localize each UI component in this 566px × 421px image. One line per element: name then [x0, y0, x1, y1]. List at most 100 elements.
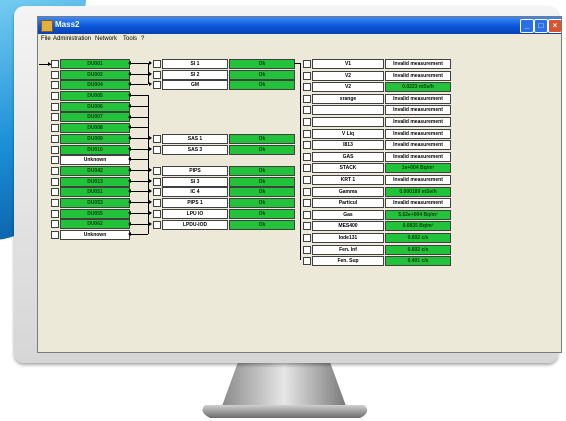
sensor-checkbox[interactable]	[153, 70, 161, 79]
device-label[interactable]: Unknown	[60, 230, 130, 240]
measurement-checkbox[interactable]	[303, 222, 311, 231]
device-label[interactable]: Unknown	[60, 155, 130, 166]
sensor-checkbox[interactable]	[153, 188, 161, 197]
measurement-checkbox[interactable]	[303, 175, 311, 184]
measurement-label[interactable]: MES400	[312, 221, 384, 232]
sensor-label[interactable]: SI 2	[162, 69, 228, 80]
menu-administration[interactable]: Administration	[53, 36, 91, 42]
measurement-label[interactable]	[312, 116, 384, 127]
sensor-checkbox[interactable]	[153, 60, 161, 68]
menu-network[interactable]: Network	[95, 36, 117, 42]
device-checkbox[interactable]	[51, 70, 59, 79]
measurement-label[interactable]: Gas	[312, 209, 384, 220]
measurement-label[interactable]	[312, 105, 384, 116]
device-checkbox[interactable]	[51, 92, 59, 101]
measurement-checkbox[interactable]	[303, 245, 311, 254]
menu-file[interactable]: File	[41, 36, 51, 42]
measurement-checkbox[interactable]	[303, 257, 311, 266]
sensor-label[interactable]: GM	[162, 80, 228, 91]
measurement-label[interactable]: KRT 1	[312, 174, 384, 185]
sensor-label[interactable]: LPDU-IOD	[162, 219, 228, 230]
sensor-label[interactable]: SAS 3	[162, 144, 228, 155]
sensor-label[interactable]: PIPS 1	[162, 198, 228, 209]
device-label[interactable]: DU007	[60, 112, 130, 123]
sensor-checkbox[interactable]	[153, 177, 161, 186]
measurement-checkbox[interactable]	[303, 83, 311, 92]
device-label[interactable]: DU053	[60, 197, 130, 208]
device-label[interactable]: DU001	[60, 59, 130, 69]
device-checkbox[interactable]	[51, 198, 59, 207]
sensor-checkbox[interactable]	[153, 199, 161, 208]
measurement-checkbox[interactable]	[303, 210, 311, 219]
device-checkbox[interactable]	[51, 209, 59, 218]
measurement-checkbox[interactable]	[303, 164, 311, 173]
device-label[interactable]: DU008	[60, 123, 130, 134]
device-checkbox[interactable]	[51, 145, 59, 154]
device-checkbox[interactable]	[51, 124, 59, 133]
device-checkbox[interactable]	[51, 166, 59, 175]
menu-help[interactable]: ?	[141, 36, 144, 42]
device-label[interactable]: DU051	[60, 187, 130, 198]
device-checkbox[interactable]	[51, 113, 59, 122]
sensor-label[interactable]: IC 4	[162, 187, 228, 198]
device-checkbox[interactable]	[51, 177, 59, 186]
sensor-checkbox[interactable]	[153, 209, 161, 218]
measurement-label[interactable]: Fen. Inf	[312, 244, 384, 255]
device-label[interactable]: DU002	[60, 69, 130, 80]
measurement-label[interactable]: Particul	[312, 198, 384, 209]
sensor-checkbox[interactable]	[153, 81, 161, 90]
device-checkbox[interactable]	[51, 81, 59, 90]
measurement-checkbox[interactable]	[303, 187, 311, 196]
device-checkbox[interactable]	[51, 156, 59, 165]
measurement-label[interactable]: V Liq	[312, 128, 384, 139]
device-checkbox[interactable]	[51, 60, 59, 68]
device-label[interactable]: DU062	[60, 219, 130, 230]
device-label[interactable]: DU009	[60, 133, 130, 144]
measurement-checkbox[interactable]	[303, 199, 311, 208]
sensor-label[interactable]: SI 1	[162, 59, 228, 69]
sensor-label[interactable]: SI 3	[162, 176, 228, 187]
sensor-label[interactable]: LPU IO	[162, 208, 228, 219]
sensor-checkbox[interactable]	[153, 134, 161, 143]
device-checkbox[interactable]	[51, 188, 59, 197]
device-checkbox[interactable]	[51, 134, 59, 143]
measurement-checkbox[interactable]	[303, 106, 311, 115]
device-checkbox[interactable]	[51, 220, 59, 229]
menu-tools[interactable]: Tools	[123, 36, 137, 42]
sensor-label[interactable]: SAS 1	[162, 133, 228, 144]
device-checkbox[interactable]	[51, 231, 59, 239]
device-label[interactable]: DU013	[60, 176, 130, 187]
device-checkbox[interactable]	[51, 102, 59, 111]
measurement-checkbox[interactable]	[303, 71, 311, 80]
device-label[interactable]: DU042	[60, 165, 130, 176]
measurement-label[interactable]: xrange	[312, 93, 384, 104]
device-label[interactable]: DU005	[60, 91, 130, 102]
measurement-checkbox[interactable]	[303, 117, 311, 126]
measurement-checkbox[interactable]	[303, 233, 311, 242]
device-label[interactable]: DU006	[60, 101, 130, 112]
measurement-checkbox[interactable]	[303, 60, 311, 68]
measurement-label[interactable]: I813	[312, 140, 384, 151]
measurement-checkbox[interactable]	[303, 152, 311, 161]
measurement-label[interactable]: GAS	[312, 151, 384, 162]
measurement-label[interactable]: V2	[312, 70, 384, 81]
measurement-label[interactable]: Iode131	[312, 232, 384, 243]
measurement-checkbox[interactable]	[303, 94, 311, 103]
sensor-label[interactable]: PIPS	[162, 166, 228, 176]
measurement-label[interactable]: Fen. Sup	[312, 256, 384, 267]
minimize-icon[interactable]: _	[520, 19, 534, 33]
maximize-icon[interactable]: □	[534, 19, 548, 33]
device-label[interactable]: DU010	[60, 144, 130, 155]
measurement-checkbox[interactable]	[303, 141, 311, 150]
measurement-label[interactable]: V1	[312, 59, 384, 69]
measurement-checkbox[interactable]	[303, 129, 311, 138]
close-icon[interactable]: ×	[548, 19, 561, 33]
sensor-checkbox[interactable]	[153, 220, 161, 229]
measurement-label[interactable]: STACK	[312, 163, 384, 174]
device-label[interactable]: DU055	[60, 208, 130, 219]
measurement-label[interactable]: V2	[312, 82, 384, 93]
measurement-label[interactable]: Gamma	[312, 186, 384, 197]
sensor-checkbox[interactable]	[153, 167, 161, 175]
sensor-checkbox[interactable]	[153, 145, 161, 154]
device-label[interactable]: DU004	[60, 80, 130, 91]
